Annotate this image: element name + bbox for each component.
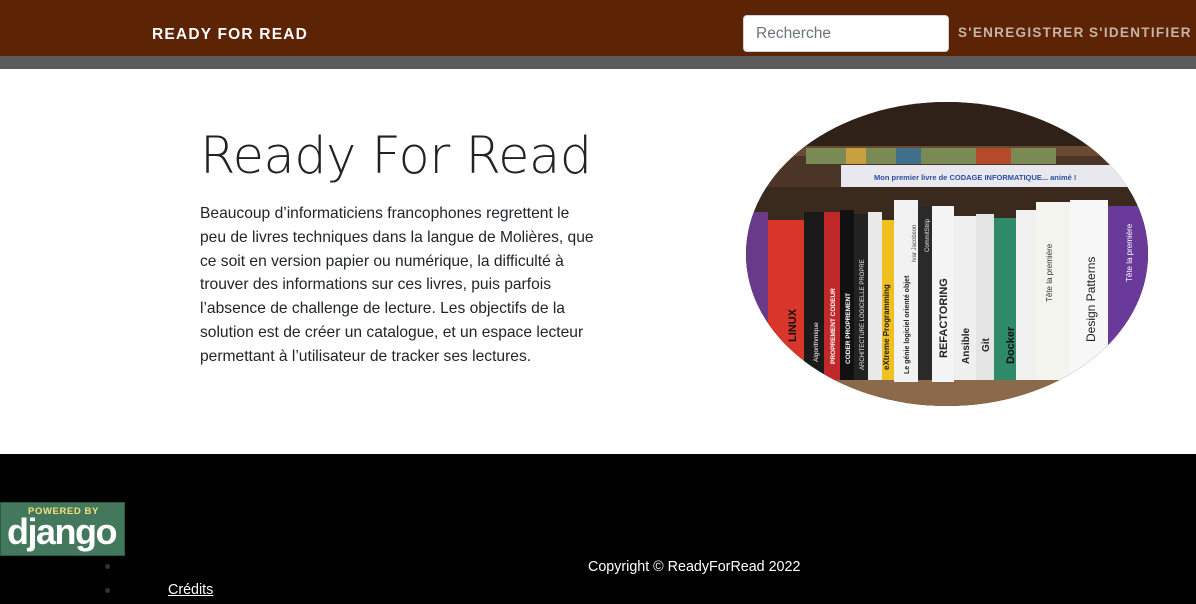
copyright-text: Copyright © ReadyForRead 2022 (588, 559, 801, 575)
credits-link[interactable]: Crédits (168, 581, 213, 599)
book-spine-ansible: Ansible (961, 327, 972, 364)
django-badge[interactable]: POWERED BY django (0, 502, 125, 556)
book-spine-design-patterns: Design Patterns (1084, 257, 1098, 342)
search-input[interactable] (743, 15, 949, 52)
book-spine-proprement-codeur: PROPREMENT CODEUR (830, 288, 837, 364)
book-spine-genie-logiciel: Le génie logiciel orienté objet (904, 275, 911, 374)
bookshelf-image: Mon premier livre de CODAGE INFORMATIQUE… (746, 102, 1148, 406)
book-spine-refactoring: REFACTORING (938, 278, 950, 358)
navbar-divider (0, 56, 1196, 69)
book-spine-linux: LINUX (787, 308, 799, 342)
book-spine-tete-premiere-1: Tête la première (1045, 243, 1054, 302)
book-spine-docker: Docker (1005, 326, 1017, 364)
page-title: Ready For Read (200, 127, 592, 186)
login-link[interactable]: S'IDENTIFIER (1089, 24, 1192, 42)
list-bullet (105, 564, 110, 569)
register-link[interactable]: S'ENREGISTRER (958, 24, 1085, 42)
book-spine-algorithmique: Algorithmique (813, 322, 820, 362)
list-bullet (105, 588, 110, 593)
django-logo-text: django (7, 511, 117, 552)
brand-link[interactable]: READY FOR READ (152, 24, 308, 46)
book-spine-git: Git (981, 337, 992, 352)
book-spine-coder-proprement: CODER PROPREMENT (845, 293, 852, 364)
book-spine-commitstrip: CommitStrip (925, 218, 931, 252)
shelf-book-label: Mon premier livre de CODAGE INFORMATIQUE… (874, 173, 1076, 182)
navbar: READY FOR READ S'ENREGISTRER S'IDENTIFIE… (0, 0, 1196, 56)
book-spine-ivar-jacobson: Ivar Jacobson (912, 225, 918, 262)
book-spine-tete-premiere-2: Tête la première (1125, 223, 1134, 282)
intro-paragraph: Beaucoup d’informaticiens francophones r… (200, 205, 594, 365)
book-spine-architecture: ARCHITECTURE LOGICIELLE PROPRE (860, 259, 866, 370)
book-spine-extreme-programming: eXtreme Programming (882, 284, 891, 370)
